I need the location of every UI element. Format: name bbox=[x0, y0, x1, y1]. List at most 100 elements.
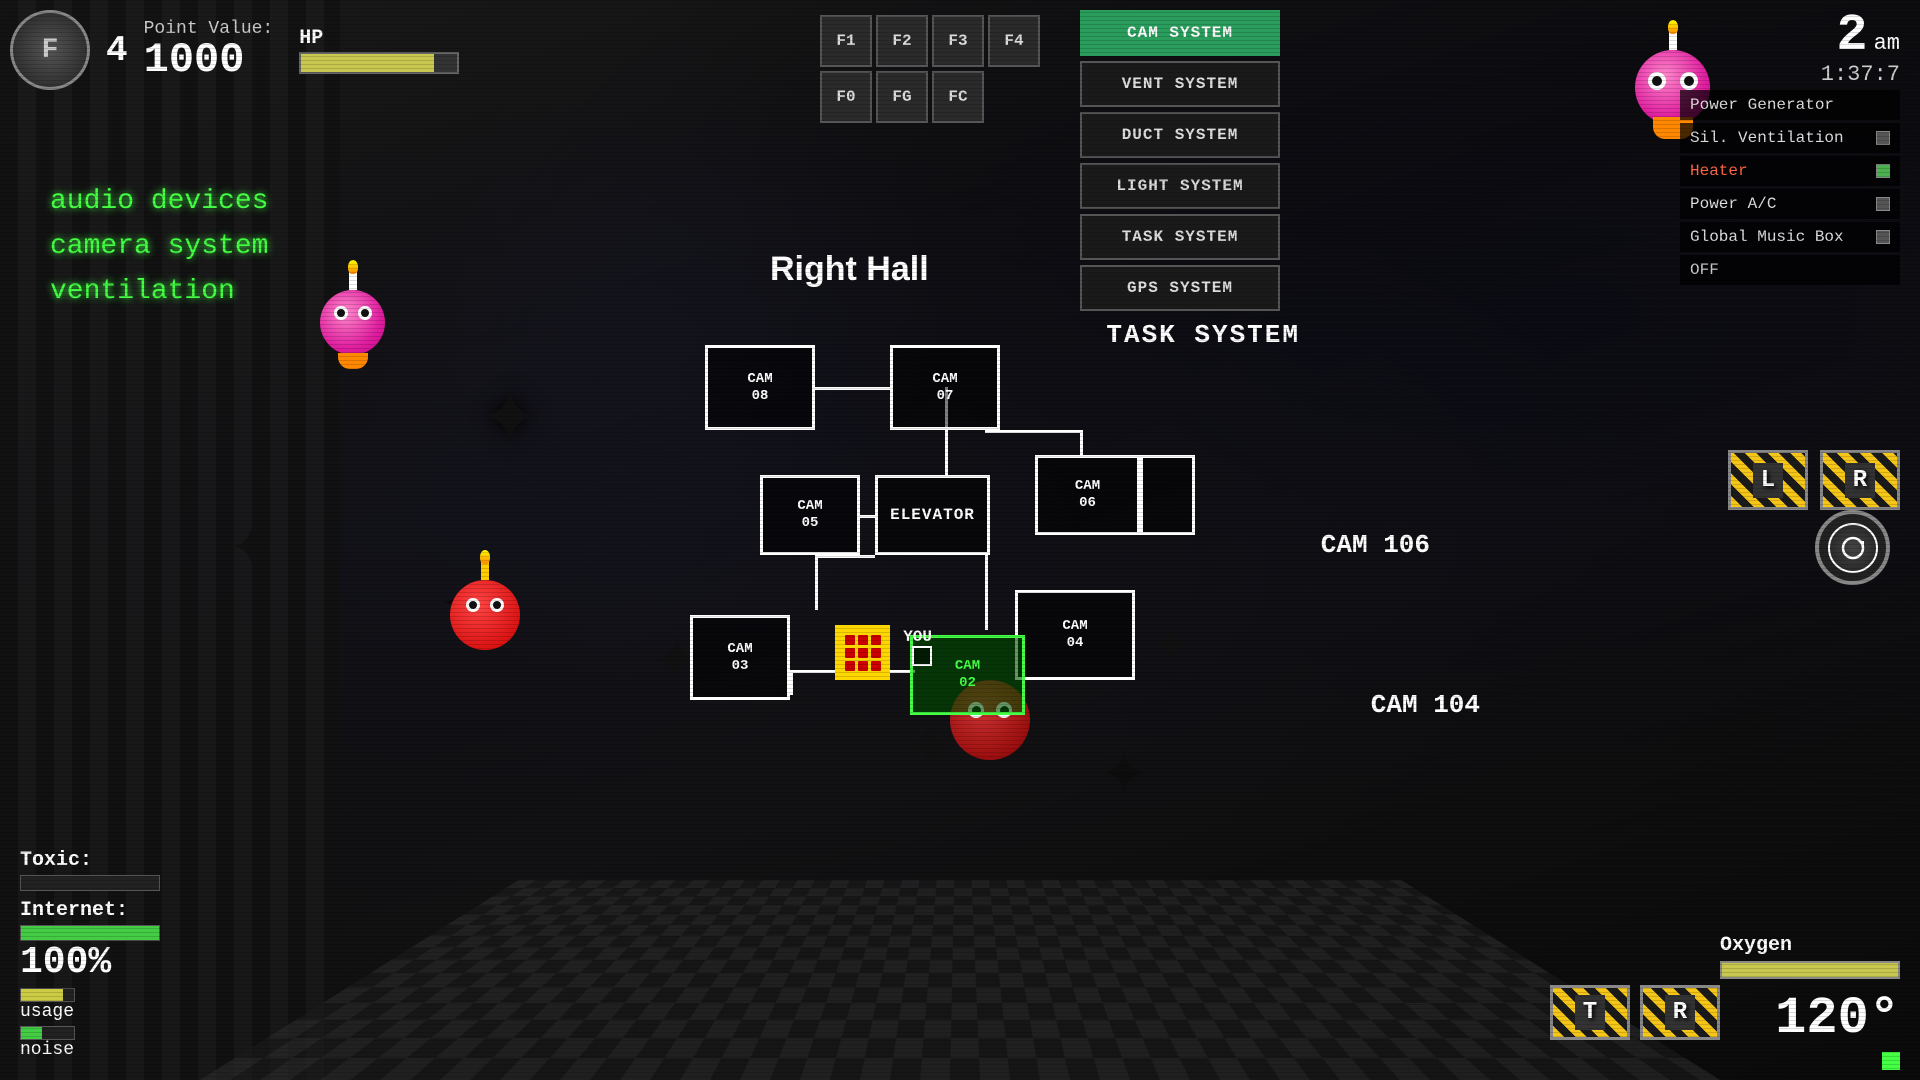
right-eye bbox=[1680, 72, 1698, 90]
toxic-bar bbox=[21, 876, 28, 890]
right-systems-panel: Power Generator Sil. Ventilation Heater … bbox=[1680, 90, 1900, 285]
r-button[interactable]: R bbox=[1640, 985, 1720, 1040]
small-candle bbox=[349, 272, 357, 290]
cam-06-label: CAM06 bbox=[1075, 478, 1100, 512]
global-music-box-indicator bbox=[1876, 230, 1890, 244]
small-pink-char bbox=[320, 290, 385, 355]
small-char-eyes bbox=[334, 306, 372, 320]
cam-07-room[interactable]: CAM07 bbox=[890, 345, 1000, 430]
fkey-f2[interactable]: F2 bbox=[876, 15, 928, 67]
global-music-box-item: Global Music Box bbox=[1680, 222, 1900, 252]
t-label: T bbox=[1575, 995, 1605, 1030]
dot-5 bbox=[858, 648, 868, 658]
power-generator-label: Power Generator bbox=[1690, 96, 1834, 114]
noise-bar bbox=[21, 1027, 42, 1039]
small-left-eye bbox=[334, 306, 348, 320]
you-small-box bbox=[912, 646, 932, 666]
time-countdown: 1:37:7 bbox=[1821, 62, 1900, 87]
fkey-f0[interactable]: F0 bbox=[820, 71, 872, 123]
noise-label: noise bbox=[20, 1040, 220, 1060]
small-flame bbox=[348, 260, 358, 274]
power-ac-indicator bbox=[1876, 197, 1890, 211]
power-ac-item: Power A/C bbox=[1680, 189, 1900, 219]
dot-2 bbox=[858, 635, 868, 645]
connector-h-1 bbox=[815, 387, 890, 390]
global-music-box-label: Global Music Box bbox=[1690, 228, 1844, 246]
map-container: Right Hall CAM08 CAM07 CAM06 CAM05 ELEVA… bbox=[640, 290, 1220, 810]
dot-4 bbox=[845, 648, 855, 658]
left-pink-character bbox=[320, 290, 385, 355]
light-system-button[interactable]: LIGHT SYSTEM bbox=[1080, 163, 1280, 209]
you-text: YOU bbox=[903, 628, 932, 646]
system-panel: CAM SYSTEM VENT SYSTEM DUCT SYSTEM LIGHT… bbox=[1080, 10, 1280, 311]
spike-decal-1: ✦ bbox=[480, 350, 540, 474]
character-eyes bbox=[1648, 72, 1698, 90]
task-system-button[interactable]: TASK SYSTEM bbox=[1080, 214, 1280, 260]
dot-7 bbox=[845, 661, 855, 671]
cam-03-room[interactable]: CAM03 bbox=[690, 615, 790, 700]
cam-06-room[interactable]: CAM06 bbox=[1035, 455, 1140, 535]
circle-button[interactable] bbox=[1815, 510, 1890, 585]
cam106-label: CAM 106 bbox=[1321, 530, 1430, 560]
duct-system-button[interactable]: DUCT SYSTEM bbox=[1080, 112, 1280, 158]
cam-04-label: CAM04 bbox=[1062, 618, 1087, 652]
fkey-f1[interactable]: F1 bbox=[820, 15, 872, 67]
heater-item[interactable]: Heater bbox=[1680, 156, 1900, 186]
green-indicator bbox=[1882, 1052, 1900, 1070]
left-arrow-button[interactable]: L bbox=[1728, 450, 1808, 510]
red-flame bbox=[480, 550, 490, 564]
bottom-right-hud: Oxygen 120° bbox=[1720, 934, 1900, 1070]
function-keys: F1 F2 F3 F4 F0 FG FC bbox=[820, 15, 1040, 123]
circle-inner bbox=[1828, 523, 1878, 573]
task-system-text: TASK SYSTEM bbox=[1106, 320, 1300, 350]
time-display: 2 am 1:37:7 bbox=[1821, 10, 1900, 87]
cam-05-room[interactable]: CAM05 bbox=[760, 475, 860, 555]
red-enemy-body bbox=[450, 580, 520, 650]
cam-system-button[interactable]: CAM SYSTEM bbox=[1080, 10, 1280, 56]
internet-bar bbox=[21, 926, 159, 940]
lr-controls: L R bbox=[1728, 450, 1900, 510]
connector-h-4 bbox=[815, 555, 875, 558]
dot-8 bbox=[858, 661, 868, 671]
elevator-room[interactable]: ELEVATOR bbox=[875, 475, 990, 555]
internet-bar-container bbox=[20, 925, 160, 941]
oxygen-bar bbox=[1720, 961, 1900, 979]
cam-05-label: CAM05 bbox=[797, 498, 822, 532]
degree-display: 120° bbox=[1720, 989, 1900, 1048]
cam-04-room[interactable]: CAM04 bbox=[1015, 590, 1135, 680]
top-left-hud: F 4 Point Value: 1000 HP bbox=[10, 10, 459, 90]
level-badge: 4 bbox=[106, 30, 128, 71]
fkey-fc[interactable]: FC bbox=[932, 71, 984, 123]
time-hour: 2 bbox=[1836, 10, 1867, 62]
freddy-letter: F bbox=[42, 35, 59, 66]
bottom-center-controls: T R bbox=[1550, 985, 1720, 1040]
connector-h-2 bbox=[860, 515, 875, 518]
t-button[interactable]: T bbox=[1550, 985, 1630, 1040]
off-item[interactable]: OFF bbox=[1680, 255, 1900, 285]
power-generator-item: Power Generator bbox=[1680, 90, 1900, 120]
right-arrow-label: R bbox=[1845, 463, 1875, 498]
point-number: 1000 bbox=[144, 39, 245, 81]
fkey-fg[interactable]: FG bbox=[876, 71, 928, 123]
overlay-line-3: ventilation bbox=[50, 270, 268, 315]
cam-03-label: CAM03 bbox=[727, 641, 752, 675]
internet-label: Internet: bbox=[20, 899, 220, 922]
red-candle bbox=[481, 562, 489, 580]
vent-system-button[interactable]: VENT SYSTEM bbox=[1080, 61, 1280, 107]
small-right-pupil bbox=[361, 309, 369, 317]
dot-9 bbox=[871, 661, 881, 671]
power-ac-label: Power A/C bbox=[1690, 195, 1776, 213]
r-label: R bbox=[1665, 995, 1695, 1030]
right-arrow-button[interactable]: R bbox=[1820, 450, 1900, 510]
fkey-f3[interactable]: F3 bbox=[932, 15, 984, 67]
cam-08-room[interactable]: CAM08 bbox=[705, 345, 815, 430]
red-right-pupil bbox=[493, 601, 501, 609]
point-value-block: Point Value: 1000 bbox=[144, 19, 274, 81]
usage-label: usage bbox=[20, 1002, 220, 1022]
left-arrow-label: L bbox=[1753, 463, 1783, 498]
red-left-pupil bbox=[469, 601, 477, 609]
dot-3 bbox=[871, 635, 881, 645]
left-overlay-text: audio devices camera system ventilation bbox=[50, 180, 268, 314]
fkey-f4[interactable]: F4 bbox=[988, 15, 1040, 67]
left-eye bbox=[1648, 72, 1666, 90]
